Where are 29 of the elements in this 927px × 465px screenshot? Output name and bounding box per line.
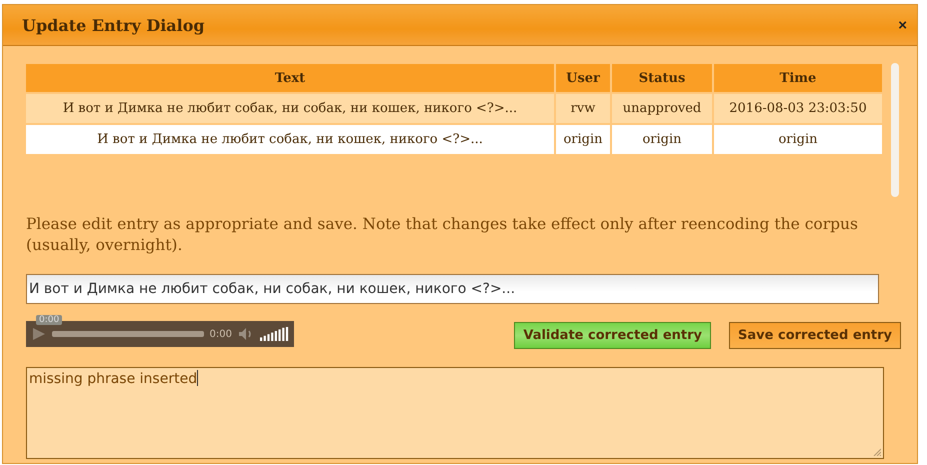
scrollbar[interactable] xyxy=(890,63,900,197)
instructions-text: Please edit entry as appropriate and save. Note that changes take effect only after reencoding the corpus (usually, overnight). xyxy=(26,214,859,256)
column-header[interactable]: Status xyxy=(611,64,713,93)
comment-field[interactable]: missing phrase inserted xyxy=(26,367,884,459)
table-cell: rvw xyxy=(555,93,611,124)
column-header[interactable]: Time xyxy=(713,64,883,93)
table-row[interactable]: И вот и Димка не любит собак, ни собак, ни кошек, никого <?>... rvw unapproved 2016-08-03 23:03:50 xyxy=(26,93,883,124)
table-cell: 2016-08-03 23:03:50 xyxy=(713,93,883,124)
resize-grip-icon[interactable] xyxy=(873,448,881,456)
window-title: Update Entry Dialog xyxy=(22,16,205,34)
table-cell: origin xyxy=(555,124,611,154)
time-label: 0:00 xyxy=(210,328,232,340)
table-row[interactable]: И вот и Димка не любит собак, ни кошек, никого <?>... origin origin origin xyxy=(26,124,883,154)
column-header[interactable]: Text xyxy=(26,64,555,93)
comment-text: missing phrase inserted xyxy=(29,371,198,387)
play-icon[interactable] xyxy=(32,327,46,341)
entry-field[interactable]: И вот и Димка не любит собак, ни собак, ни кошек, никого <?>... xyxy=(26,274,879,304)
progress-track[interactable] xyxy=(52,331,204,337)
validate-button[interactable]: Validate corrected entry xyxy=(514,322,712,349)
table-cell: origin xyxy=(713,124,883,154)
column-header[interactable]: User xyxy=(555,64,611,93)
table-cell: И вот и Димка не любит собак, ни собак, ни кошек, никого <?>... xyxy=(26,93,555,124)
close-button[interactable]: × xyxy=(896,16,909,34)
table-cell: origin xyxy=(611,124,713,154)
volume-bars-icon[interactable] xyxy=(260,327,290,341)
time-tooltip: 0:00 xyxy=(36,315,62,325)
table-cell: unapproved xyxy=(611,93,713,124)
table-cell: И вот и Димка не любит собак, ни кошек, никого <?>... xyxy=(26,124,555,154)
save-button[interactable]: Save corrected entry xyxy=(729,322,901,349)
